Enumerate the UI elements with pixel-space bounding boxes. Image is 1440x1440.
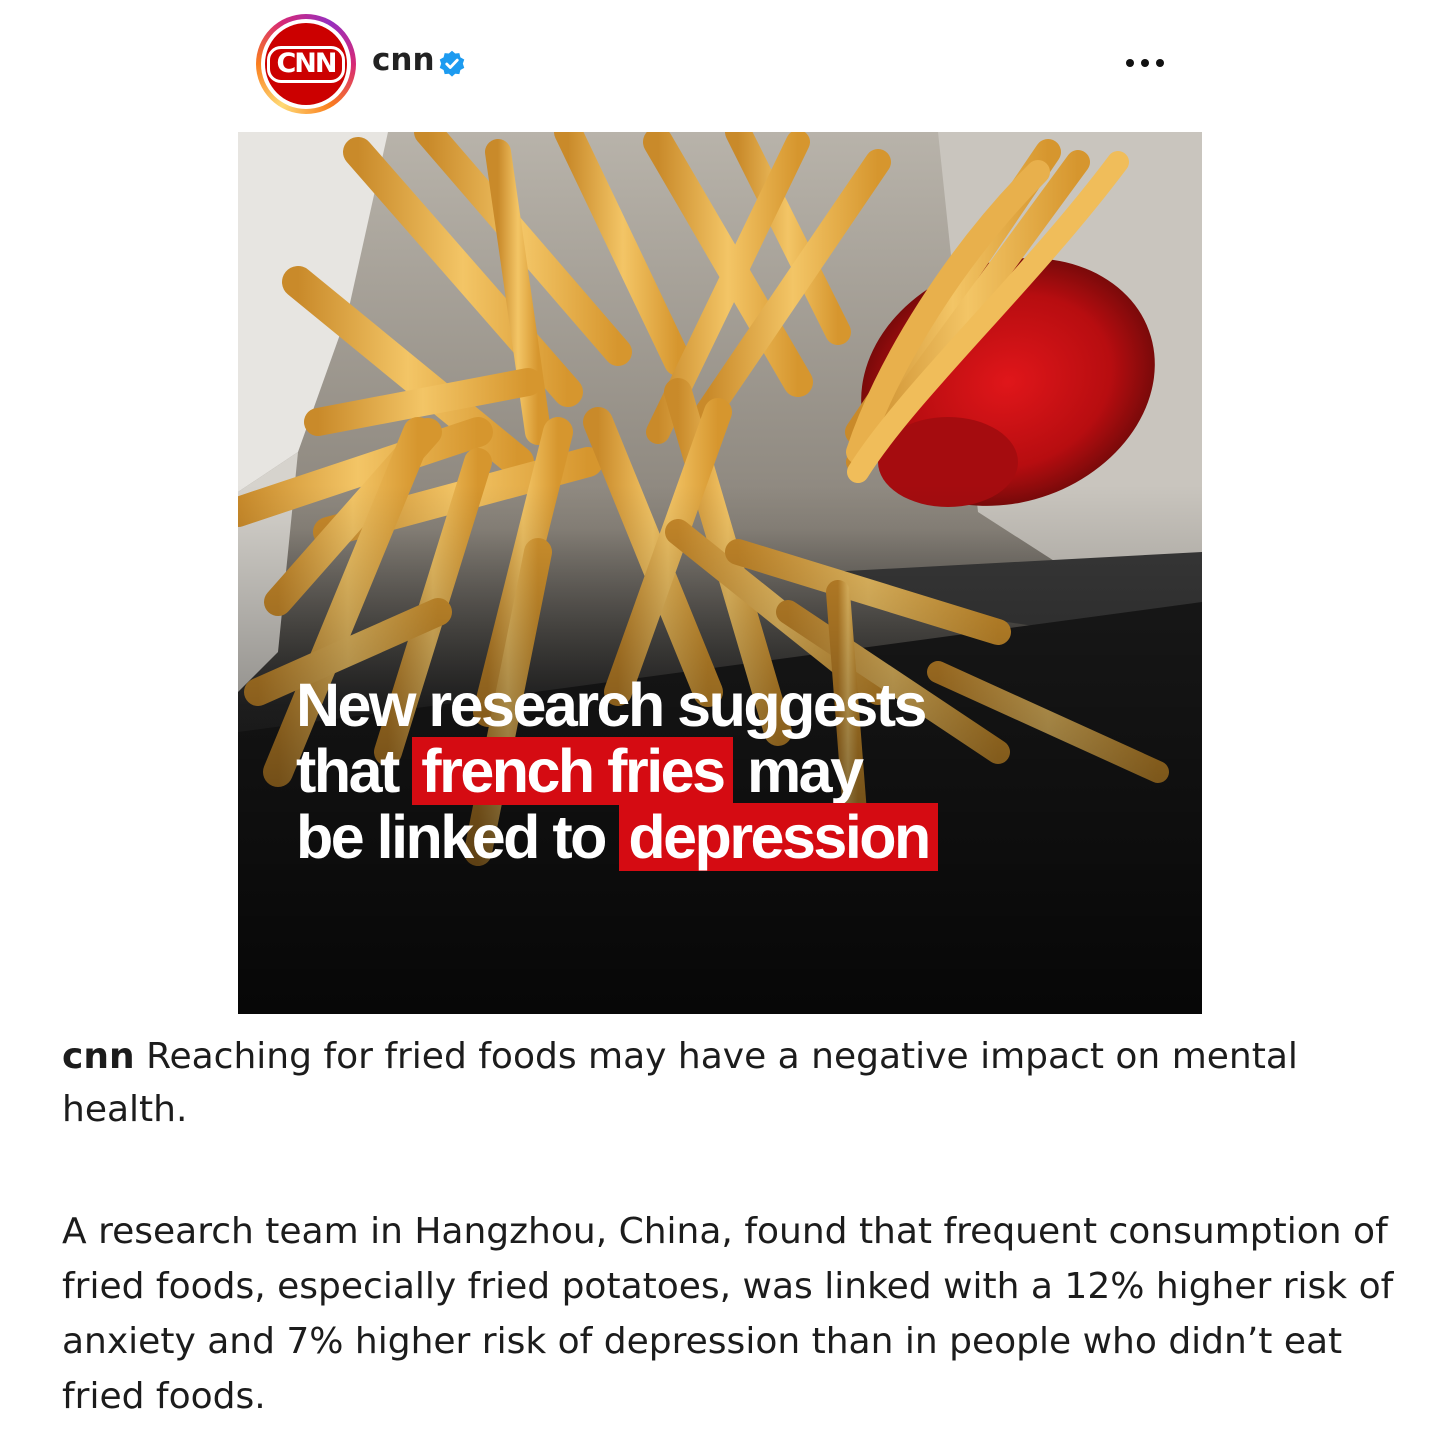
avatar[interactable]: CNN bbox=[256, 14, 356, 114]
headline-line-1: New research suggests bbox=[296, 671, 927, 739]
post-image[interactable]: New research suggests that french fries … bbox=[238, 132, 1202, 1014]
caption-body: A research team in Hangzhou, China, foun… bbox=[62, 1211, 1394, 1417]
highlight-french-fries: french fries bbox=[412, 737, 733, 805]
headline-line-3-pre: be linked to bbox=[296, 803, 620, 871]
cnn-logo-text: CNN bbox=[267, 45, 345, 83]
french-fries-photo bbox=[238, 132, 1202, 1014]
verified-badge-icon bbox=[439, 50, 465, 77]
more-options-icon[interactable] bbox=[1120, 48, 1170, 78]
image-headline: New research suggests that french fries … bbox=[296, 671, 1176, 871]
caption-username[interactable]: cnn bbox=[62, 1036, 135, 1077]
avatar-story-ring-gap: CNN bbox=[261, 19, 351, 109]
post-caption: cnn Reaching for fried foods may have a … bbox=[62, 1030, 1392, 1136]
highlight-depression: depression bbox=[619, 803, 938, 871]
cnn-logo: CNN bbox=[265, 23, 347, 105]
username[interactable]: cnn bbox=[372, 42, 435, 78]
caption-text: Reaching for fried foods may have a nega… bbox=[62, 1036, 1298, 1130]
headline-line-2-pre: that bbox=[296, 737, 413, 805]
headline-line-2-post: may bbox=[732, 737, 864, 805]
post-header: CNN cnn bbox=[0, 0, 1440, 130]
headline-line-2: that french fries may bbox=[296, 737, 1176, 805]
headline-line-3: be linked to depression bbox=[296, 803, 1176, 871]
